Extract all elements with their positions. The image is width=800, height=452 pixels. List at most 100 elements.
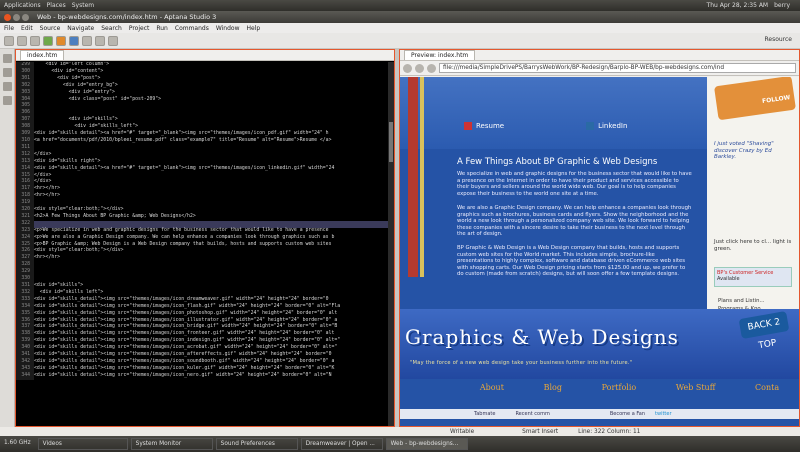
code-line[interactable]: 304 <div class="post" id="post-209"> — [16, 96, 388, 104]
menu-commands[interactable]: Commands — [175, 25, 209, 32]
menu-edit[interactable]: Edit — [21, 25, 33, 32]
print-icon[interactable] — [30, 35, 40, 46]
code-line[interactable]: 303 <div id="entry"> — [16, 89, 388, 97]
task-videos[interactable]: Videos — [37, 438, 128, 450]
clock[interactable]: Thu Apr 28, 2:35 AM — [707, 2, 769, 9]
become-fan-link[interactable]: Become a Fan — [610, 411, 645, 417]
line-text[interactable]: <div id="skills detail"><a href="#" targ… — [34, 131, 329, 138]
menu-window[interactable]: Window — [216, 25, 240, 32]
line-text[interactable]: <p>We specialize in web and graphic desi… — [34, 228, 329, 235]
code-line[interactable]: 335 <div id="skills_detail"><img src="the… — [16, 310, 388, 318]
plans-link[interactable]: Plans and Listin... — [718, 297, 766, 305]
code-line[interactable]: 305 — [16, 103, 388, 111]
project-explorer-icon[interactable] — [3, 54, 12, 63]
back-icon[interactable] — [95, 35, 105, 46]
code-line[interactable]: 318 <hr></hr> — [16, 193, 388, 201]
line-text[interactable]: <div class="post" id="post-209"> — [34, 97, 161, 104]
resume-link[interactable]: Resume — [476, 122, 504, 130]
code-line[interactable]: 341 <div id="skills_detail"><img src="the… — [16, 352, 388, 359]
code-line[interactable]: 316 </div> — [16, 179, 388, 187]
code-line[interactable]: 334 <div id="skills detail"><img src="the… — [16, 303, 388, 311]
code-line[interactable]: 315 </div> — [16, 172, 388, 180]
code-line[interactable]: 299 <div id="left column"> — [16, 62, 388, 69]
minimize-icon[interactable] — [13, 13, 20, 21]
line-text[interactable]: <div id="skills detail"><img src="themes… — [34, 359, 334, 366]
refresh-icon[interactable] — [427, 63, 436, 73]
line-text[interactable]: <div id="content"> — [34, 69, 103, 76]
close-icon[interactable] — [4, 13, 11, 21]
places-menu[interactable]: Places — [47, 2, 66, 9]
line-text[interactable]: <div id="skills_detail"><img src="themes… — [34, 352, 331, 359]
code-line[interactable]: 330 — [16, 276, 388, 283]
line-text[interactable]: <hr></hr> — [34, 255, 60, 262]
menu-file[interactable]: File — [4, 25, 14, 32]
back-nav-icon[interactable] — [403, 63, 412, 73]
task-aptana[interactable]: Web - bp-webdesigns... — [385, 438, 468, 450]
line-text[interactable]: <div id="skills"> — [34, 283, 83, 290]
code-line[interactable]: 333 <div id="skills_detail"><img src="the… — [16, 296, 388, 304]
applications-menu[interactable]: Applications — [4, 2, 41, 9]
line-text[interactable]: <div id="left column"> — [34, 62, 110, 69]
code-line[interactable]: 312 </div> — [16, 151, 388, 159]
code-line[interactable]: 319 — [16, 200, 388, 208]
code-line[interactable]: 344 <div id="skills detail"><img src="the… — [16, 372, 388, 380]
tabmate-link[interactable]: Tabmate — [474, 411, 495, 417]
line-text[interactable]: <div id="skills left"> — [34, 290, 104, 297]
line-text[interactable]: <div id="entry_bg"> — [34, 83, 118, 90]
code-line[interactable]: 320 <div style="clear:both;"></div> — [16, 207, 388, 214]
line-text[interactable]: <hr></hr> — [34, 193, 60, 200]
code-line[interactable]: 321 <h2>A Few Things About BP Graphic &am… — [16, 213, 388, 221]
run-icon[interactable] — [43, 35, 53, 46]
line-text[interactable]: <div id="skills_detail"><a href="#" targ… — [34, 166, 334, 173]
code-line[interactable]: 331 <div id="skills"> — [16, 283, 388, 290]
user-menu[interactable]: berry — [774, 2, 790, 9]
nav-about[interactable]: About — [480, 383, 504, 392]
task-sound-prefs[interactable]: Sound Preferences — [215, 438, 298, 450]
click-here-text[interactable]: Just click here to cl... light is green. — [714, 239, 796, 252]
line-text[interactable]: <p>We are also a Graphic Design company.… — [34, 235, 334, 242]
search-icon[interactable] — [82, 35, 92, 46]
code-line[interactable]: 301 <div id="post"> — [16, 75, 388, 83]
line-text[interactable]: <div id="skills detail"><img src="themes… — [34, 304, 340, 311]
forward-icon[interactable] — [108, 35, 118, 46]
line-text[interactable]: <div style="clear:both;"></div> — [34, 207, 124, 214]
nav-blog[interactable]: Blog — [544, 383, 562, 392]
line-text[interactable]: <div id="entry"> — [34, 90, 115, 97]
line-text[interactable]: <div id="skills detail"><img src="themes… — [34, 373, 331, 380]
line-text[interactable]: <a href="documents/pdf/2010/bpleei_resum… — [34, 138, 331, 145]
code-line[interactable]: 326 <div style="clear:both;"></div> — [16, 248, 388, 256]
line-text[interactable]: <div id="skills_detail"><img src="themes… — [34, 311, 337, 318]
resource-perspective-button[interactable]: Resource — [764, 36, 792, 43]
customer-service-badge[interactable]: BP's Customer Service Available — [714, 267, 792, 287]
line-text[interactable]: </div> — [34, 152, 51, 159]
code-line[interactable]: 324 <p>We are also a Graphic Design compa… — [16, 234, 388, 242]
code-line[interactable]: 310 <a href="documents/pdf/2010/bpleei_re… — [16, 137, 388, 145]
code-area[interactable]: 299 <div id="left column"> 300 <div id="c… — [16, 62, 388, 426]
code-line[interactable]: 317 <hr></hr> — [16, 186, 388, 194]
outline-icon[interactable] — [3, 68, 12, 77]
code-line[interactable]: 342 <div id="skills detail"><img src="the… — [16, 358, 388, 366]
line-text[interactable]: <div id="post"> — [34, 76, 100, 83]
console-icon[interactable] — [3, 82, 12, 91]
nav-contact[interactable]: Conta — [755, 383, 779, 392]
system-menu[interactable]: System — [72, 2, 94, 9]
maximize-icon[interactable] — [22, 13, 29, 21]
task-dreamweaver[interactable]: Dreamweaver | Open ... — [300, 438, 383, 450]
code-line[interactable]: 332 <div id="skills left"> — [16, 289, 388, 297]
preview-tab[interactable]: Preview: index.htm — [404, 50, 476, 60]
code-line[interactable]: 311 — [16, 144, 388, 152]
line-text[interactable]: <div id="skills_detail"><img src="themes… — [34, 366, 334, 373]
task-system-monitor[interactable]: System Monitor — [130, 438, 213, 450]
url-input[interactable]: file:///media/SimpleDrivePS/BarrysWebWor… — [439, 63, 796, 73]
menu-navigate[interactable]: Navigate — [67, 25, 94, 32]
nav-web-stuff[interactable]: Web Stuff — [676, 383, 716, 392]
code-line[interactable]: 309 <div id="skills detail"><a href="#" t… — [16, 131, 388, 138]
deploy-icon[interactable] — [69, 35, 79, 46]
editor-tab[interactable]: index.htm — [20, 50, 65, 60]
menu-help[interactable]: Help — [247, 25, 261, 32]
problems-icon[interactable] — [3, 96, 12, 105]
code-line[interactable]: 300 <div id="content"> — [16, 68, 388, 76]
menu-source[interactable]: Source — [40, 25, 61, 32]
line-text[interactable]: <div id="skills_detail"><img src="themes… — [34, 297, 329, 304]
editor-scrollbar[interactable] — [388, 62, 394, 426]
